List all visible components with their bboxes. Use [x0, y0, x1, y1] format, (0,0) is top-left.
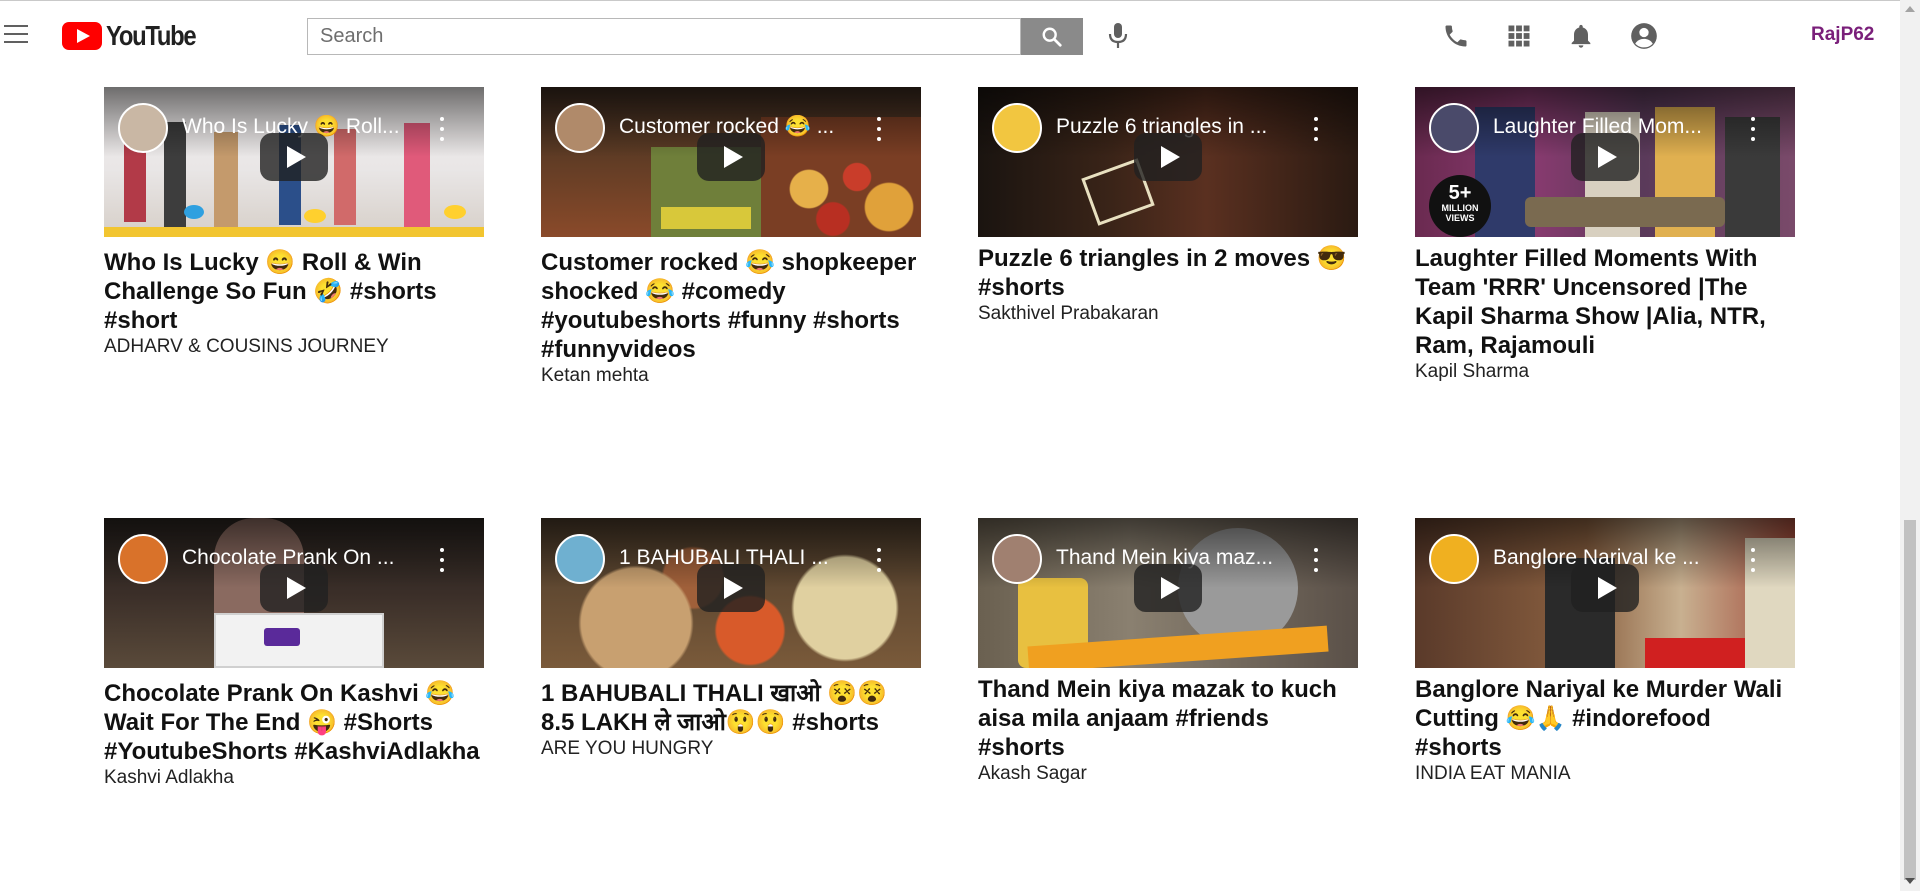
play-button-icon[interactable]: [1571, 564, 1639, 612]
play-button-icon[interactable]: [1571, 133, 1639, 181]
scroll-up-arrow-icon[interactable]: [1905, 6, 1915, 12]
video-title[interactable]: Banglore Nariyal ke Murder Wali Cutting …: [1415, 675, 1795, 762]
views-badge: 5+ MILLION VIEWS: [1429, 175, 1491, 237]
more-options-icon[interactable]: [875, 117, 883, 141]
video-title[interactable]: Customer rocked 😂 shopkeeper shocked 😂 #…: [541, 248, 921, 364]
more-options-icon[interactable]: [438, 548, 446, 572]
play-button-icon[interactable]: [1134, 133, 1202, 181]
video-card: 1 BAHUBALI THALI ... 1 BAHUBALI THALI खा…: [541, 518, 921, 761]
video-title[interactable]: Laughter Filled Moments With Team 'RRR' …: [1415, 244, 1795, 360]
logo-text: YouTube: [106, 20, 197, 51]
more-options-icon[interactable]: [1749, 117, 1757, 141]
more-options-icon[interactable]: [1312, 117, 1320, 141]
video-thumbnail[interactable]: Who Is Lucky 😄 Roll...: [104, 87, 484, 237]
scroll-down-arrow-icon[interactable]: [1905, 878, 1915, 884]
video-card: Laughter Filled Mom... 5+ MILLION VIEWS …: [1415, 87, 1795, 384]
channel-name[interactable]: Sakthivel Prabakaran: [978, 302, 1358, 326]
user-name[interactable]: RajP62: [1811, 24, 1874, 46]
video-thumbnail[interactable]: Puzzle 6 triangles in ...: [978, 87, 1358, 237]
video-thumbnail[interactable]: Chocolate Prank On ...: [104, 518, 484, 668]
more-options-icon[interactable]: [1312, 548, 1320, 572]
channel-name[interactable]: Kashvi Adlakha: [104, 766, 484, 790]
badge-small-text: MILLION VIEWS: [1441, 203, 1479, 223]
channel-name[interactable]: Kapil Sharma: [1415, 360, 1795, 384]
badge-big-text: 5+: [1448, 182, 1472, 204]
account-icon[interactable]: [1630, 22, 1658, 50]
channel-avatar[interactable]: [118, 103, 168, 153]
play-button-icon[interactable]: [697, 133, 765, 181]
channel-avatar[interactable]: [118, 534, 168, 584]
video-thumbnail[interactable]: Customer rocked 😂 ...: [541, 87, 921, 237]
channel-name[interactable]: Akash Sagar: [978, 762, 1358, 786]
channel-avatar[interactable]: [992, 534, 1042, 584]
video-card: Customer rocked 😂 ... Customer rocked 😂 …: [541, 87, 921, 388]
channel-name[interactable]: ARE YOU HUNGRY: [541, 737, 921, 761]
more-options-icon[interactable]: [875, 548, 883, 572]
channel-avatar[interactable]: [555, 534, 605, 584]
page-scrollbar[interactable]: [1900, 0, 1920, 891]
video-thumbnail[interactable]: Thand Mein kiya maz...: [978, 518, 1358, 668]
video-card: Banglore Narival ke ... Banglore Nariyal…: [1415, 518, 1795, 786]
youtube-logo[interactable]: YouTube: [62, 20, 211, 51]
channel-avatar[interactable]: [1429, 534, 1479, 584]
channel-avatar[interactable]: [555, 103, 605, 153]
more-options-icon[interactable]: [1749, 548, 1757, 572]
play-button-icon[interactable]: [1134, 564, 1202, 612]
top-bar: YouTube RajP62: [0, 0, 1920, 70]
bell-icon[interactable]: [1567, 22, 1595, 50]
more-options-icon[interactable]: [438, 117, 446, 141]
channel-name[interactable]: INDIA EAT MANIA: [1415, 762, 1795, 786]
video-thumbnail[interactable]: Banglore Narival ke ...: [1415, 518, 1795, 668]
search-input[interactable]: [307, 18, 1021, 55]
video-title[interactable]: Puzzle 6 triangles in 2 moves 😎 #shorts: [978, 244, 1358, 302]
play-button-icon[interactable]: [260, 133, 328, 181]
menu-icon[interactable]: [4, 25, 30, 45]
video-thumbnail[interactable]: 1 BAHUBALI THALI ...: [541, 518, 921, 668]
play-button-icon[interactable]: [697, 564, 765, 612]
channel-avatar[interactable]: [992, 103, 1042, 153]
search-icon: [1042, 27, 1062, 47]
video-thumbnail[interactable]: Laughter Filled Mom... 5+ MILLION VIEWS: [1415, 87, 1795, 237]
youtube-logo-icon: [62, 22, 102, 50]
video-title[interactable]: Thand Mein kiya mazak to kuch aisa mila …: [978, 675, 1358, 762]
video-title[interactable]: 1 BAHUBALI THALI खाओ 😵😵 8.5 LAKH ले जाओ😲…: [541, 679, 921, 737]
apps-grid-icon[interactable]: [1505, 22, 1533, 50]
phone-icon[interactable]: [1442, 22, 1470, 50]
channel-name[interactable]: ADHARV & COUSINS JOURNEY: [104, 335, 484, 359]
video-card: Thand Mein kiya maz... Thand Mein kiya m…: [978, 518, 1358, 786]
channel-avatar[interactable]: [1429, 103, 1479, 153]
video-title[interactable]: Chocolate Prank On Kashvi 😂 Wait For The…: [104, 679, 484, 766]
scrollbar-thumb[interactable]: [1904, 520, 1916, 880]
search-button[interactable]: [1021, 18, 1083, 55]
video-title[interactable]: Who Is Lucky 😄 Roll & Win Challenge So F…: [104, 248, 484, 335]
video-card: Who Is Lucky 😄 Roll... Who Is Lucky 😄 Ro…: [104, 87, 484, 359]
play-button-icon[interactable]: [260, 564, 328, 612]
video-card: Puzzle 6 triangles in ... Puzzle 6 trian…: [978, 87, 1358, 326]
search-bar: [307, 18, 1083, 55]
video-card: Chocolate Prank On ... Chocolate Prank O…: [104, 518, 484, 790]
mic-icon[interactable]: [1106, 21, 1130, 51]
channel-name[interactable]: Ketan mehta: [541, 364, 921, 388]
